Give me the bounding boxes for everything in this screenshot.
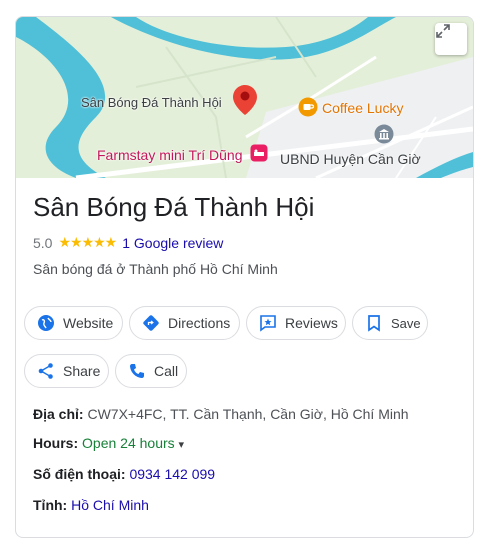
- coffee-poi-label[interactable]: Coffee Lucky: [322, 100, 403, 116]
- save-button[interactable]: Save: [352, 306, 428, 340]
- province-row: Tỉnh: Hồ Chí Minh: [33, 497, 149, 513]
- government-poi-label[interactable]: UBND Huyện Cần Giờ: [280, 151, 421, 167]
- hours-value[interactable]: Open 24 hours: [82, 435, 175, 451]
- phone-icon: [128, 362, 146, 380]
- rating-row: 5.0 ★★★★★ 1 Google review: [33, 234, 223, 251]
- call-button[interactable]: Call: [115, 354, 187, 388]
- map-preview[interactable]: Sân Bóng Đá Thành Hội Coffee Lucky UBND …: [16, 17, 473, 178]
- directions-button[interactable]: Directions: [129, 306, 240, 340]
- hours-row: Hours: Open 24 hours ▾: [33, 435, 184, 451]
- share-label: Share: [63, 363, 101, 379]
- review-icon: [259, 314, 277, 332]
- call-label: Call: [154, 363, 179, 379]
- hotel-poi-icon[interactable]: [250, 144, 268, 162]
- government-poi-icon[interactable]: [374, 124, 394, 144]
- chevron-down-icon[interactable]: ▾: [179, 439, 185, 451]
- address-value: CW7X+4FC, TT. Cần Thạnh, Cần Giờ, Hồ Chí…: [87, 406, 409, 422]
- reviews-button[interactable]: Reviews: [246, 306, 346, 340]
- phone-value[interactable]: 0934 142 099: [129, 466, 215, 482]
- review-count-link[interactable]: 1 Google review: [122, 235, 223, 251]
- share-button[interactable]: Share: [24, 354, 109, 388]
- bookmark-icon: [365, 314, 383, 332]
- address-label: Địa chỉ:: [33, 406, 84, 422]
- share-icon: [37, 362, 55, 380]
- rating-value: 5.0: [33, 234, 53, 251]
- phone-label: Số điện thoại:: [33, 466, 126, 482]
- globe-icon: [37, 314, 55, 332]
- phone-row: Số điện thoại: 0934 142 099: [33, 466, 215, 482]
- place-title: Sân Bóng Đá Thành Hội: [33, 192, 315, 222]
- directions-label: Directions: [168, 315, 231, 331]
- save-label: Save: [391, 315, 421, 331]
- expand-icon: [436, 24, 450, 38]
- expand-map-button[interactable]: [435, 23, 467, 55]
- website-button[interactable]: Website: [24, 306, 123, 340]
- place-category: Sân bóng đá ở Thành phố Hồ Chí Minh: [33, 261, 278, 277]
- place-card: Sân Bóng Đá Thành Hội Coffee Lucky UBND …: [15, 16, 474, 538]
- map-pin-icon[interactable]: [233, 85, 257, 115]
- star-rating-icon: ★★★★★: [58, 234, 117, 250]
- hours-label: Hours:: [33, 435, 79, 451]
- map-place-label: Sân Bóng Đá Thành Hội: [81, 95, 222, 110]
- province-label: Tỉnh:: [33, 497, 68, 513]
- province-value[interactable]: Hồ Chí Minh: [71, 497, 149, 513]
- reviews-label: Reviews: [285, 315, 338, 331]
- address-row: Địa chỉ: CW7X+4FC, TT. Cần Thạnh, Cần Gi…: [33, 406, 409, 422]
- farmstay-poi-label[interactable]: Farmstay mini Trí Dũng: [97, 147, 242, 163]
- coffee-poi-icon[interactable]: [298, 97, 318, 117]
- website-label: Website: [63, 315, 114, 331]
- directions-icon: [142, 314, 160, 332]
